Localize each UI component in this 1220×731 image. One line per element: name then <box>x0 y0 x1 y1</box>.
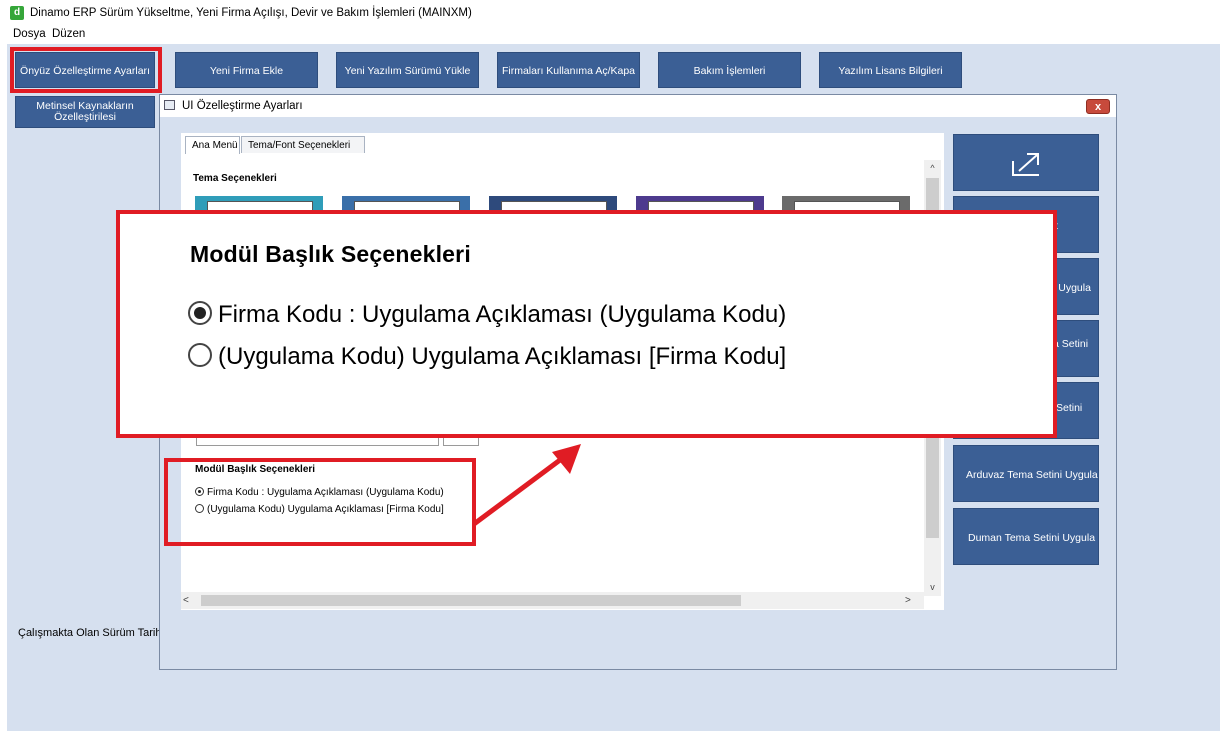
scroll-up-icon[interactable]: ^ <box>924 160 941 177</box>
highlight-box-section <box>164 458 476 546</box>
dialog-titlebar: UI Özelleştirme Ayarları x <box>160 95 1116 117</box>
callout-arrow <box>472 444 581 527</box>
export-button[interactable] <box>953 134 1099 191</box>
yeni-yazilim-surumu-button[interactable]: Yeni Yazılım Sürümü Yükle <box>336 52 479 88</box>
zoom-callout: Modül Başlık Seçenekleri Firma Kodu : Uy… <box>116 210 1057 438</box>
menu-dosya[interactable]: Dosya <box>13 28 46 40</box>
scroll-left-icon[interactable]: < <box>183 592 200 609</box>
yeni-firma-ekle-button[interactable]: Yeni Firma Ekle <box>175 52 318 88</box>
menu-bar: Dosya Düzen <box>0 28 1220 44</box>
highlight-box-toolbar <box>10 47 162 93</box>
close-icon[interactable]: x <box>1086 99 1110 114</box>
right-button-3-label: i Uygula <box>1053 282 1091 294</box>
metinsel-kaynaklar-button[interactable]: Metinsel Kaynakların Özelleştirilesi <box>15 96 155 128</box>
bakim-islemleri-button[interactable]: Bakım İşlemleri <box>658 52 801 88</box>
scroll-down-icon[interactable]: v <box>924 579 941 596</box>
zoom-option-2: (Uygulama Kodu) Uygulama Açıklaması [Fir… <box>188 343 786 371</box>
tab-tema-font[interactable]: Tema/Font Seçenekleri <box>241 136 365 153</box>
arduvaz-tema-button[interactable]: Arduvaz Tema Setini Uygula <box>953 445 1099 502</box>
radio-selected-icon <box>188 301 212 325</box>
duman-tema-label: Duman Tema Setini Uygula <box>968 532 1096 544</box>
scroll-right-icon[interactable]: > <box>905 592 922 609</box>
zoom-title: Modül Başlık Seçenekleri <box>190 241 471 267</box>
window-title: Dinamo ERP Sürüm Yükseltme, Yeni Firma A… <box>30 7 472 19</box>
surum-tarihi-label: Çalışmakta Olan Sürüm Tarihi <box>18 627 164 639</box>
tab-ana-menu[interactable]: Ana Menü <box>185 136 240 154</box>
zoom-option-2-label: (Uygulama Kodu) Uygulama Açıklaması [Fir… <box>218 343 787 370</box>
menu-duzen[interactable]: Düzen <box>52 28 85 40</box>
zoom-option-1-label: Firma Kodu : Uygulama Açıklaması (Uygula… <box>218 301 787 328</box>
metinsel-kaynaklar-line2: Özelleştirilesi <box>54 111 116 123</box>
right-button-4-label: a Setini <box>1053 338 1089 350</box>
firmalari-kullanima-button[interactable]: Firmaları Kullanıma Aç/Kapa <box>497 52 640 88</box>
right-button-5-label: Setini <box>1056 402 1083 414</box>
yazilim-lisans-button[interactable]: Yazılım Lisans Bilgileri <box>819 52 962 88</box>
window-icon <box>164 100 175 110</box>
radio-unselected-icon <box>188 343 212 367</box>
zoom-option-1: Firma Kodu : Uygulama Açıklaması (Uygula… <box>188 301 786 329</box>
duman-tema-button[interactable]: Duman Tema Setini Uygula <box>953 508 1099 565</box>
horizontal-scroll-thumb[interactable] <box>201 595 741 606</box>
dialog-title: UI Özelleştirme Ayarları <box>182 100 303 112</box>
share-icon <box>1012 153 1039 176</box>
horizontal-scrollbar[interactable]: < > <box>181 592 924 609</box>
app-logo-icon: d <box>10 6 24 20</box>
arduvaz-tema-label: Arduvaz Tema Setini Uygula <box>966 469 1098 481</box>
tema-secenekleri-title: Tema Seçenekleri <box>193 173 277 184</box>
window-titlebar: d Dinamo ERP Sürüm Yükseltme, Yeni Firma… <box>0 0 1220 28</box>
